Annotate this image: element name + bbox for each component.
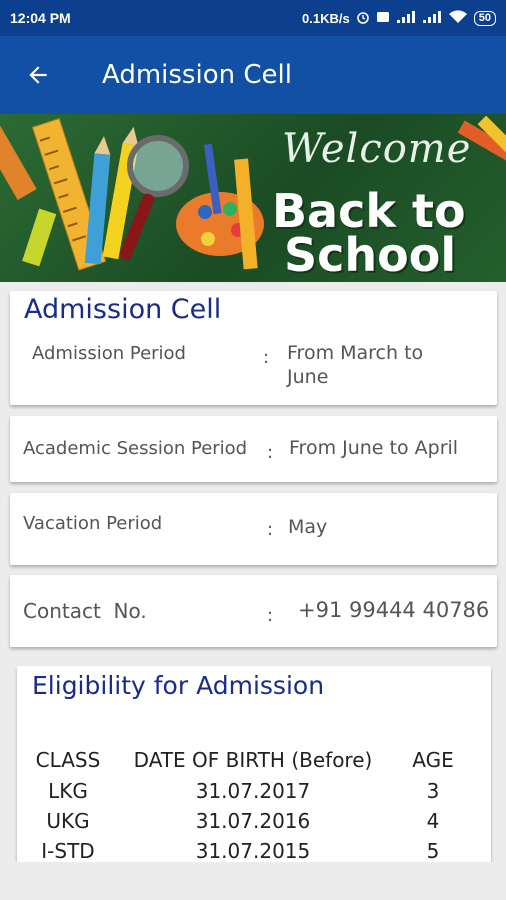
status-time: 12:04 PM xyxy=(10,10,71,26)
table-row: LKG 31.07.2017 3 xyxy=(18,776,478,806)
colon: : xyxy=(263,347,270,368)
vowifi-icon xyxy=(376,10,390,27)
contact-phone-link[interactable]: +91 99444 40786 xyxy=(298,598,489,622)
eligibility-heading: Eligibility for Admission xyxy=(32,671,325,700)
colon: : xyxy=(267,519,274,540)
back-button[interactable] xyxy=(8,36,68,114)
admission-period-value-line1: From March to xyxy=(287,342,424,364)
colon: : xyxy=(267,442,274,463)
dob-cell: 31.07.2017 xyxy=(195,779,311,803)
signal-icon xyxy=(396,10,416,27)
table-header-row: CLASS DATE OF BIRTH (Before) AGE xyxy=(18,744,478,776)
banner-welcome-text: Welcome xyxy=(282,126,472,172)
academic-session-card: Academic Session Period : From June to A… xyxy=(10,416,497,482)
age-cell: 3 xyxy=(426,779,440,803)
academic-session-value: From June to April xyxy=(289,437,459,459)
admission-period-value: From March to June xyxy=(287,341,477,389)
age-cell: 4 xyxy=(426,809,440,833)
admission-cell-heading: Admission Cell xyxy=(24,294,222,325)
admission-period-value-line2: June xyxy=(287,366,329,388)
arrow-left-icon xyxy=(29,66,47,84)
banner-line2: School xyxy=(284,228,457,282)
age-column-header: AGE xyxy=(412,748,454,772)
class-cell: UKG xyxy=(46,809,90,833)
vacation-period-label: Vacation Period xyxy=(23,513,163,534)
dob-column-header: DATE OF BIRTH (Before) xyxy=(133,748,373,772)
wifi-icon xyxy=(448,9,468,27)
class-cell: LKG xyxy=(48,779,88,803)
alarm-icon xyxy=(356,10,370,27)
status-bar: 12:04 PM 0.1KB/s 50 xyxy=(0,0,506,36)
contact-card: Contact No. : +91 99444 40786 xyxy=(10,575,497,647)
contact-label: Contact No. xyxy=(23,599,147,623)
eligibility-table: CLASS DATE OF BIRTH (Before) AGE LKG 31.… xyxy=(18,744,478,866)
status-icons: 0.1KB/s 50 xyxy=(302,9,496,27)
app-bar: Admission Cell xyxy=(0,36,506,114)
dob-cell: 31.07.2016 xyxy=(195,809,311,833)
admission-period-card: Admission Cell Admission Period : From M… xyxy=(10,291,497,405)
app-bar-title: Admission Cell xyxy=(102,60,292,90)
vacation-period-card: Vacation Period : May xyxy=(10,493,497,565)
academic-session-label: Academic Session Period xyxy=(23,438,248,459)
network-speed: 0.1KB/s xyxy=(302,10,350,26)
admission-period-label: Admission Period xyxy=(32,343,186,364)
table-row: UKG 31.07.2016 4 xyxy=(18,806,478,836)
class-column-header: CLASS xyxy=(35,748,101,772)
bottom-background xyxy=(0,862,506,900)
signal-icon-2 xyxy=(422,10,442,27)
vacation-period-value: May xyxy=(288,516,328,538)
battery-indicator: 50 xyxy=(473,10,496,26)
colon: : xyxy=(267,605,274,626)
